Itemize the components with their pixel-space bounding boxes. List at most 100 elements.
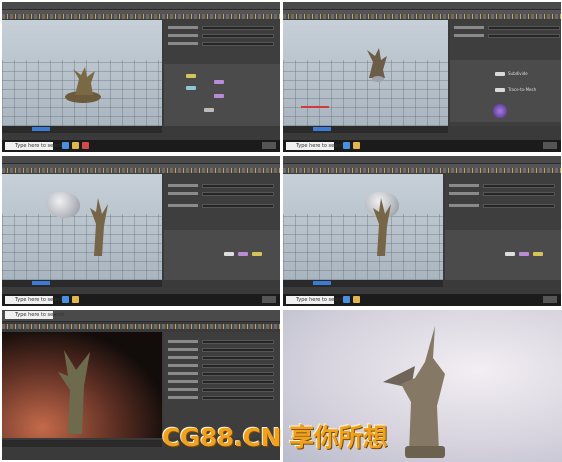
param-field[interactable]	[488, 26, 560, 30]
screenshot-panel-4: Type here to search	[283, 156, 561, 306]
param-field[interactable]	[202, 34, 274, 38]
param-field[interactable]	[202, 204, 274, 208]
app-icon[interactable]	[72, 296, 79, 303]
taskbar-search[interactable]: Type here to search	[5, 142, 64, 150]
viewport-grid	[283, 214, 443, 280]
timeline[interactable]	[2, 280, 162, 287]
shelf-toolbar[interactable]	[2, 168, 280, 173]
title-bar: Type here to search	[2, 310, 280, 322]
network-editor[interactable]	[445, 230, 561, 280]
param-field[interactable]	[202, 388, 274, 392]
taskbar-search[interactable]: Type here to search	[5, 311, 64, 319]
scene-viewport[interactable]	[2, 174, 162, 280]
network-node[interactable]	[224, 252, 234, 256]
statue-model[interactable]	[57, 65, 109, 105]
screenshot-panel-2: Subdivide Trace-to-Mesh Type here to sea…	[283, 2, 561, 152]
shelf-toolbar[interactable]	[2, 324, 280, 329]
param-field[interactable]	[202, 396, 274, 400]
viewport-grid	[2, 214, 162, 280]
param-field[interactable]	[483, 184, 555, 188]
param-field[interactable]	[202, 192, 274, 196]
param-field[interactable]	[202, 348, 274, 352]
windows-taskbar: Type here to search	[283, 294, 561, 306]
app-icon[interactable]	[62, 142, 69, 149]
app-icon[interactable]	[353, 142, 360, 149]
statue-model	[383, 326, 445, 458]
timeline-range[interactable]	[313, 127, 331, 131]
statue-model[interactable]	[86, 196, 110, 258]
node-label: Trace-to-Mesh	[508, 87, 537, 92]
node-ring[interactable]	[493, 104, 507, 118]
search-placeholder: Type here to search	[15, 297, 65, 303]
param-field[interactable]	[488, 34, 560, 38]
taskbar-search[interactable]: Type here to search	[286, 142, 345, 150]
network-node[interactable]	[214, 94, 224, 98]
axis-red	[301, 106, 329, 108]
app-icon[interactable]	[72, 142, 79, 149]
search-placeholder: Type here to search	[15, 143, 65, 149]
network-node[interactable]	[186, 86, 196, 90]
windows-taskbar: Type here to search	[2, 140, 280, 152]
param-field[interactable]	[202, 356, 274, 360]
timeline-range[interactable]	[32, 281, 50, 285]
app-icon[interactable]	[343, 296, 350, 303]
windows-taskbar: Type here to search	[283, 140, 561, 152]
scene-viewport[interactable]	[283, 174, 443, 280]
watermark-text: CG88.CN 享你所想	[162, 423, 388, 452]
statue-model[interactable]	[369, 196, 393, 258]
app-icon[interactable]	[343, 142, 350, 149]
node-label: Subdivide	[508, 71, 528, 76]
scene-viewport[interactable]	[283, 20, 448, 126]
app-icon[interactable]	[62, 296, 69, 303]
network-node[interactable]	[214, 80, 224, 84]
timeline[interactable]	[2, 440, 162, 447]
app-icon[interactable]	[353, 296, 360, 303]
network-node[interactable]	[533, 252, 543, 256]
network-node[interactable]	[495, 88, 505, 92]
timeline[interactable]	[283, 280, 443, 287]
network-node[interactable]	[204, 108, 214, 112]
statue-model[interactable]	[361, 46, 391, 86]
network-editor[interactable]	[164, 64, 280, 126]
param-field[interactable]	[202, 26, 274, 30]
param-field[interactable]	[202, 340, 274, 344]
scene-viewport[interactable]	[2, 20, 162, 126]
taskbar-search[interactable]: Type here to search	[5, 296, 64, 304]
param-field[interactable]	[483, 192, 555, 196]
network-node[interactable]	[186, 74, 196, 78]
shelf-toolbar[interactable]	[2, 14, 280, 19]
rock-model[interactable]	[46, 192, 80, 218]
taskbar-search[interactable]: Type here to search	[286, 296, 345, 304]
shelf-toolbar[interactable]	[283, 168, 561, 173]
network-editor[interactable]: Subdivide Trace-to-Mesh	[450, 60, 561, 122]
network-node[interactable]	[505, 252, 515, 256]
network-node[interactable]	[238, 252, 248, 256]
network-node[interactable]	[519, 252, 529, 256]
param-field[interactable]	[202, 380, 274, 384]
statue-model[interactable]	[50, 346, 102, 436]
search-placeholder: Type here to search	[296, 143, 346, 149]
param-field[interactable]	[202, 42, 274, 46]
clock	[543, 296, 557, 303]
param-field[interactable]	[202, 372, 274, 376]
timeline-range[interactable]	[313, 281, 331, 285]
screenshot-panel-1: Type here to search	[2, 2, 280, 152]
render-view[interactable]	[2, 332, 162, 438]
timeline-range[interactable]	[32, 127, 50, 131]
timeline[interactable]	[2, 126, 162, 133]
network-node[interactable]	[495, 72, 505, 76]
clock	[262, 296, 276, 303]
timeline[interactable]	[283, 126, 448, 133]
windows-taskbar: Type here to search	[2, 294, 280, 306]
search-placeholder: Type here to search	[296, 297, 346, 303]
param-field[interactable]	[483, 204, 555, 208]
network-node[interactable]	[252, 252, 262, 256]
shelf-toolbar[interactable]	[283, 14, 561, 19]
title-bar	[2, 156, 280, 164]
search-placeholder: Type here to search	[15, 312, 65, 318]
param-field[interactable]	[202, 364, 274, 368]
app-icon[interactable]	[82, 142, 89, 149]
network-editor[interactable]	[164, 230, 280, 280]
param-field[interactable]	[202, 184, 274, 188]
title-bar	[2, 2, 280, 10]
